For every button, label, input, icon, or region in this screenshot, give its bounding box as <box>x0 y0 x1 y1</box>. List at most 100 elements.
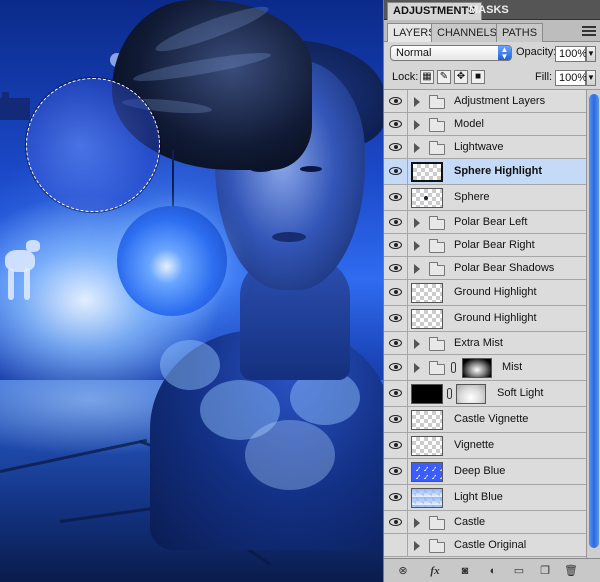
layer-row[interactable]: Model <box>384 113 586 136</box>
expand-arrow-icon[interactable] <box>414 119 420 130</box>
visibility-toggle[interactable] <box>384 355 408 380</box>
layer-row[interactable]: Polar Bear Left <box>384 211 586 234</box>
opacity-input[interactable]: 100% <box>555 46 587 62</box>
layer-name[interactable]: Model <box>454 118 484 130</box>
layer-row[interactable]: Adjustment Layers <box>384 90 586 113</box>
visibility-toggle[interactable] <box>384 280 408 305</box>
layer-row[interactable]: Castle <box>384 511 586 534</box>
layer-row[interactable]: Polar Bear Right <box>384 234 586 257</box>
layer-row[interactable]: Vignette <box>384 433 586 459</box>
layer-row[interactable]: Extra Mist <box>384 332 586 355</box>
visibility-toggle[interactable] <box>384 211 408 233</box>
layer-row[interactable]: Sphere <box>384 185 586 211</box>
layer-name[interactable]: Castle Original <box>454 539 526 551</box>
new-group-icon[interactable]: ▭ <box>510 563 528 579</box>
visibility-toggle[interactable] <box>384 485 408 510</box>
layer-row[interactable]: Soft Light <box>384 381 586 407</box>
layer-thumbnail[interactable] <box>411 283 443 303</box>
expand-arrow-icon[interactable] <box>414 217 420 228</box>
layer-name[interactable]: Polar Bear Right <box>454 239 535 251</box>
layer-name[interactable]: Ground Highlight <box>454 312 537 324</box>
layer-name[interactable]: Lightwave <box>454 141 504 153</box>
visibility-toggle[interactable] <box>384 159 408 184</box>
visibility-toggle[interactable] <box>384 136 408 158</box>
layer-thumbnail[interactable] <box>411 384 443 404</box>
layer-row[interactable]: Ground Highlight <box>384 280 586 306</box>
layer-list-scrollbar[interactable] <box>586 90 600 558</box>
layer-name[interactable]: Adjustment Layers <box>454 95 545 107</box>
layer-name[interactable]: Light Blue <box>454 491 503 503</box>
layer-row[interactable]: Ground Highlight <box>384 306 586 332</box>
layer-row[interactable]: Castle Original <box>384 534 586 557</box>
expand-arrow-icon[interactable] <box>414 240 420 251</box>
layer-thumbnail[interactable] <box>411 309 443 329</box>
expand-arrow-icon[interactable] <box>414 363 420 373</box>
layer-row[interactable]: Deep Blue <box>384 459 586 485</box>
tab-paths[interactable]: PATHS <box>496 23 544 42</box>
layer-row[interactable]: Castle Vignette <box>384 407 586 433</box>
adjustment-icon[interactable]: ◐ <box>484 563 502 579</box>
tab-masks[interactable]: MASKS <box>464 2 514 20</box>
expand-arrow-icon[interactable] <box>414 338 420 349</box>
lock-image-icon[interactable]: ✎ <box>437 70 451 84</box>
layer-name[interactable]: Castle Vignette <box>454 413 528 425</box>
chain-link-icon[interactable] <box>447 388 452 399</box>
layer-name[interactable]: Extra Mist <box>454 337 503 349</box>
scrollbar-thumb[interactable] <box>589 94 599 548</box>
layer-thumbnail[interactable] <box>411 188 443 208</box>
add-mask-icon[interactable]: ◙ <box>456 563 474 579</box>
layer-thumbnail[interactable] <box>411 488 443 508</box>
visibility-toggle[interactable] <box>384 534 408 556</box>
layer-thumbnail[interactable] <box>411 436 443 456</box>
layer-row[interactable]: Lightwave <box>384 136 586 159</box>
elliptical-selection[interactable] <box>26 78 160 212</box>
lock-all-icon[interactable]: ■ <box>471 70 485 84</box>
panel-menu-icon[interactable] <box>582 26 596 38</box>
tab-channels[interactable]: CHANNELS <box>431 23 503 42</box>
lock-transparent-icon[interactable]: ▦ <box>420 70 434 84</box>
layer-name[interactable]: Polar Bear Left <box>454 216 527 228</box>
layer-name[interactable]: Sphere <box>454 191 489 203</box>
expand-arrow-icon[interactable] <box>414 263 420 274</box>
layer-name[interactable]: Ground Highlight <box>454 286 537 298</box>
layer-thumbnail[interactable] <box>411 410 443 430</box>
layer-row[interactable]: Light Blue <box>384 485 586 511</box>
layer-name[interactable]: Sphere Highlight <box>454 165 542 177</box>
visibility-toggle[interactable] <box>384 113 408 135</box>
layer-thumbnail[interactable] <box>411 462 443 482</box>
visibility-toggle[interactable] <box>384 306 408 331</box>
visibility-toggle[interactable] <box>384 433 408 458</box>
fill-input[interactable]: 100% <box>555 70 587 86</box>
chain-link-icon[interactable] <box>451 362 456 373</box>
layer-row[interactable]: Sphere Highlight <box>384 159 586 185</box>
fx-icon[interactable]: fx <box>426 563 444 579</box>
visibility-toggle[interactable] <box>384 459 408 484</box>
expand-arrow-icon[interactable] <box>414 142 420 153</box>
visibility-toggle[interactable] <box>384 407 408 432</box>
layer-row[interactable]: Mist <box>384 355 586 381</box>
trash-icon[interactable]: 🗑 <box>562 563 580 579</box>
mask-thumbnail[interactable] <box>462 358 492 378</box>
new-layer-icon[interactable]: ❐ <box>536 563 554 579</box>
expand-arrow-icon[interactable] <box>414 96 420 107</box>
layer-thumbnail[interactable] <box>411 162 443 182</box>
mask-thumbnail[interactable] <box>456 384 486 404</box>
visibility-toggle[interactable] <box>384 257 408 279</box>
visibility-toggle[interactable] <box>384 511 408 533</box>
visibility-toggle[interactable] <box>384 90 408 112</box>
visibility-toggle[interactable] <box>384 332 408 354</box>
layer-name[interactable]: Castle <box>454 516 485 528</box>
layer-row[interactable]: Polar Bear Shadows <box>384 257 586 280</box>
layer-name[interactable]: Vignette <box>454 439 494 451</box>
visibility-toggle[interactable] <box>384 381 408 406</box>
layer-name[interactable]: Deep Blue <box>454 465 505 477</box>
layer-name[interactable]: Polar Bear Shadows <box>454 262 554 274</box>
fill-dropdown-icon[interactable]: ▼ <box>586 70 596 86</box>
document-canvas[interactable] <box>0 0 383 582</box>
link-icon[interactable]: ⊗ <box>394 563 412 579</box>
visibility-toggle[interactable] <box>384 185 408 210</box>
expand-arrow-icon[interactable] <box>414 517 420 528</box>
blend-mode-select[interactable]: Normal ▲ ▼ <box>390 45 512 61</box>
visibility-toggle[interactable] <box>384 234 408 256</box>
layer-name[interactable]: Mist <box>502 361 522 373</box>
